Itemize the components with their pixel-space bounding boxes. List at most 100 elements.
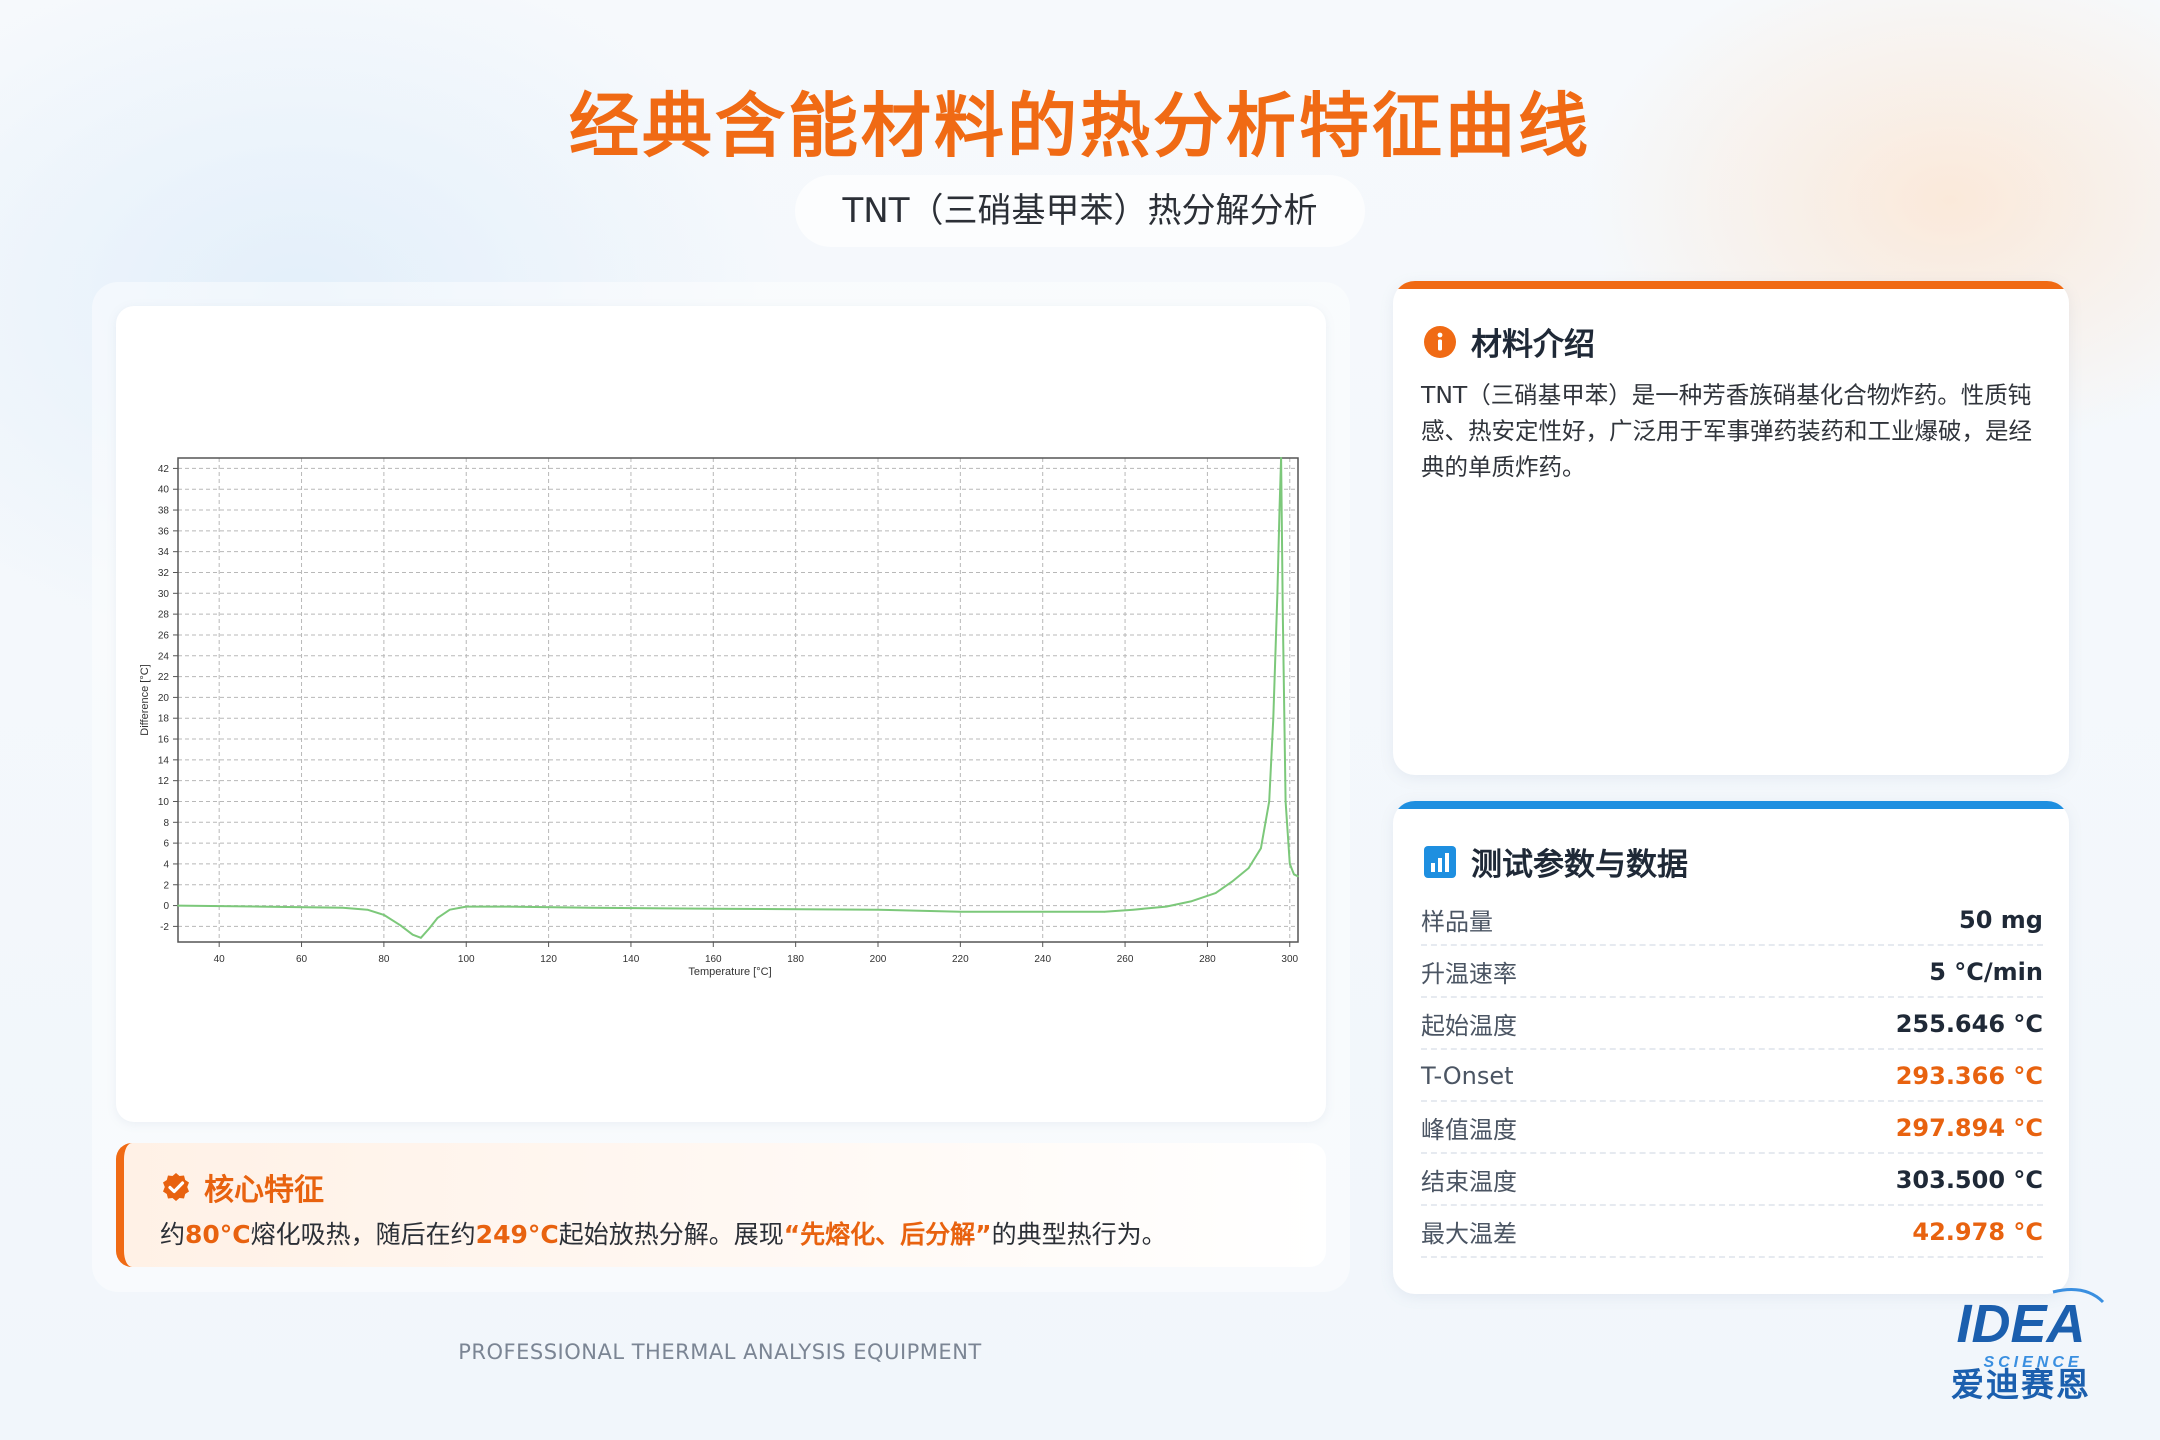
material-intro-title: 材料介绍: [1471, 327, 1595, 363]
data-point: [1268, 800, 1270, 803]
param-label: 最大温差: [1421, 1220, 1517, 1248]
x-tick-label: 220: [952, 954, 969, 965]
footer-tagline: PROFESSIONAL THERMAL ANALYSIS EQUIPMENT: [458, 1340, 982, 1364]
param-row: 最大温差 42.978 °C: [1421, 1207, 2043, 1258]
data-point: [1284, 800, 1287, 803]
y-tick-label: 14: [158, 755, 170, 766]
data-point: [1165, 905, 1168, 908]
y-tick-label: 38: [158, 506, 170, 517]
intro-accent-bar: [1393, 281, 2069, 289]
feature-text-4: 的典型热行为。: [991, 1220, 1167, 1249]
feature-text-3: 起始放热分解。展现: [558, 1220, 784, 1249]
data-point: [1041, 911, 1044, 913]
param-row: 起始温度 255.646 °C: [1421, 999, 2043, 1050]
x-tick-label: 180: [787, 954, 804, 965]
data-point: [1103, 911, 1106, 913]
x-tick-label: 40: [214, 954, 226, 965]
behavior-highlight: “先熔化、后分解”: [783, 1220, 992, 1249]
core-feature-card: 核心特征 约80°C熔化吸热，随后在约249°C起始放热分解。展现“先熔化、后分…: [116, 1143, 1326, 1267]
y-tick-label: 20: [158, 693, 170, 704]
data-point: [366, 908, 369, 911]
dsc-chart: 40 60 80 100 120 140 160 180 200 220 240 260 280 300-…: [139, 457, 1299, 978]
y-tick-label: 34: [158, 547, 170, 558]
x-tick-label: 140: [623, 954, 640, 965]
data-point: [177, 904, 179, 907]
data-point: [1231, 880, 1233, 883]
dsc-curve: [177, 457, 1299, 939]
data-point: [1293, 873, 1295, 876]
feature-text-1: 约: [160, 1220, 186, 1249]
info-icon: [1424, 325, 1456, 358]
y-tick-label: 4: [163, 859, 169, 870]
y-tick-label: 40: [158, 485, 170, 496]
data-point: [341, 906, 344, 909]
y-tick-label: 10: [158, 797, 170, 808]
y-tick-label: 28: [158, 610, 170, 621]
param-row: 升温速率 5 °C/min: [1421, 947, 2043, 998]
data-point: [1297, 875, 1299, 878]
y-tick-label: 42: [158, 464, 170, 475]
param-label: 样品量: [1421, 908, 1493, 936]
melting-temp-highlight: 80°C: [185, 1220, 251, 1249]
param-value: 255.646 °C: [1895, 1009, 2043, 1038]
x-tick-label: 280: [1199, 954, 1216, 965]
data-point: [877, 908, 879, 911]
material-intro-card: 材料介绍 TNT（三硝基甲苯）是一种芳香族硝基化合物炸药。性质钝感、热安定性好，…: [1393, 281, 2069, 775]
param-value: 50 mg: [1959, 905, 2043, 934]
param-label: 起始温度: [1421, 1012, 1517, 1040]
feature-text-2: 熔化吸热，随后在约: [250, 1220, 476, 1249]
data-point: [399, 924, 402, 927]
data-point: [1190, 900, 1192, 903]
x-tick-label: 200: [870, 954, 887, 965]
y-tick-label: 8: [163, 818, 169, 829]
x-tick-label: 120: [540, 954, 557, 965]
y-tick-label: 12: [158, 776, 170, 787]
param-value: 5 °C/min: [1929, 957, 2043, 986]
param-row: 结束温度 303.500 °C: [1421, 1155, 2043, 1206]
data-point: [465, 905, 468, 908]
param-value: 42.978 °C: [1912, 1217, 2043, 1246]
y-tick-label: 36: [158, 526, 170, 537]
data-point: [1288, 863, 1291, 865]
x-tick-label: 160: [705, 954, 722, 965]
param-row: 样品量 50 mg: [1421, 895, 2043, 946]
x-axis-label: Temperature [°C]: [688, 966, 771, 978]
page-subtitle: TNT（三硝基甲苯）热分解分析: [795, 175, 1365, 247]
chart-card: 40 60 80 100 120 140 160 180 200 220 240 260 280 300-…: [116, 306, 1326, 1122]
test-params-title: 测试参数与数据: [1471, 847, 1688, 883]
data-point: [588, 906, 591, 909]
data-point: [1214, 892, 1217, 894]
y-tick-label: 30: [158, 589, 170, 600]
data-point: [1272, 717, 1275, 720]
param-value: 293.366 °C: [1895, 1061, 2043, 1090]
core-feature-title: 核心特征: [204, 1173, 324, 1208]
x-tick-label: 240: [1034, 954, 1051, 965]
param-label: 峰值温度: [1421, 1116, 1517, 1144]
data-point: [1278, 509, 1281, 511]
x-tick-label: 300: [1281, 954, 1298, 965]
data-point: [1281, 613, 1284, 615]
data-point: [712, 907, 715, 910]
data-point: [1260, 847, 1262, 850]
test-params-card: 测试参数与数据 样品量 50 mg 升温速率 5 °C/min 起始温度 255.646 …: [1393, 801, 2069, 1294]
param-label: 结束温度: [1421, 1168, 1517, 1196]
data-point: [1132, 908, 1135, 911]
y-tick-label: 24: [158, 651, 170, 662]
material-intro-header: 材料介绍: [1423, 319, 1595, 364]
page-title: 经典含能材料的热分析特征曲线: [569, 85, 1591, 167]
data-point: [1280, 457, 1282, 459]
data-point: [411, 933, 414, 936]
y-tick-label: 2: [163, 880, 169, 891]
data-point: [436, 917, 439, 919]
data-point: [448, 908, 451, 911]
verified-badge-icon: [163, 1173, 189, 1201]
data-point: [259, 905, 262, 908]
material-intro-text: TNT（三硝基甲苯）是一种芳香族硝基化合物炸药。性质钝感、热安定性好，广泛用于军…: [1421, 381, 2032, 481]
y-tick-label: 0: [163, 901, 169, 912]
bar-chart-icon: [1424, 845, 1456, 878]
param-value: 297.894 °C: [1895, 1113, 2043, 1142]
data-point: [959, 911, 962, 913]
data-point: [383, 914, 385, 916]
decomposition-temp-highlight: 249°C: [475, 1220, 559, 1249]
data-point: [1276, 592, 1279, 595]
